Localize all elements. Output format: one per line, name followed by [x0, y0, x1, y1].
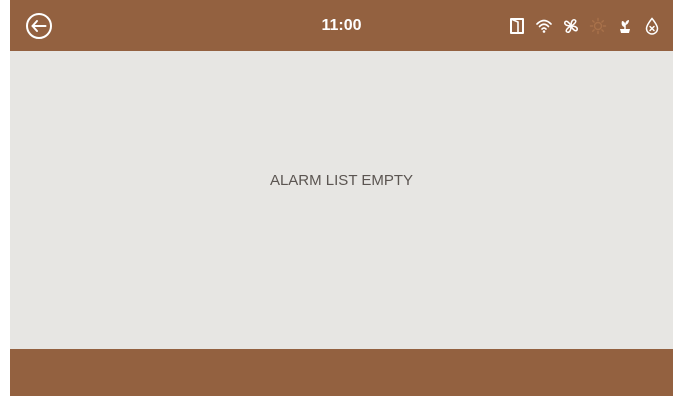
- device-screen: 11:00 ALARM LIST EMPTY: [10, 0, 673, 396]
- water-drop-off-icon: [645, 17, 659, 35]
- bottom-bar: [10, 349, 673, 396]
- status-icons: [508, 15, 661, 37]
- alarm-list: ALARM LIST EMPTY: [10, 51, 673, 349]
- wifi-icon: [536, 19, 552, 33]
- top-bar: 11:00: [10, 0, 673, 51]
- plant-icon: [620, 20, 630, 33]
- empty-list-message: ALARM LIST EMPTY: [269, 172, 414, 189]
- door-icon: [510, 18, 524, 34]
- fan-icon: [564, 19, 578, 33]
- sun-icon: [589, 17, 607, 35]
